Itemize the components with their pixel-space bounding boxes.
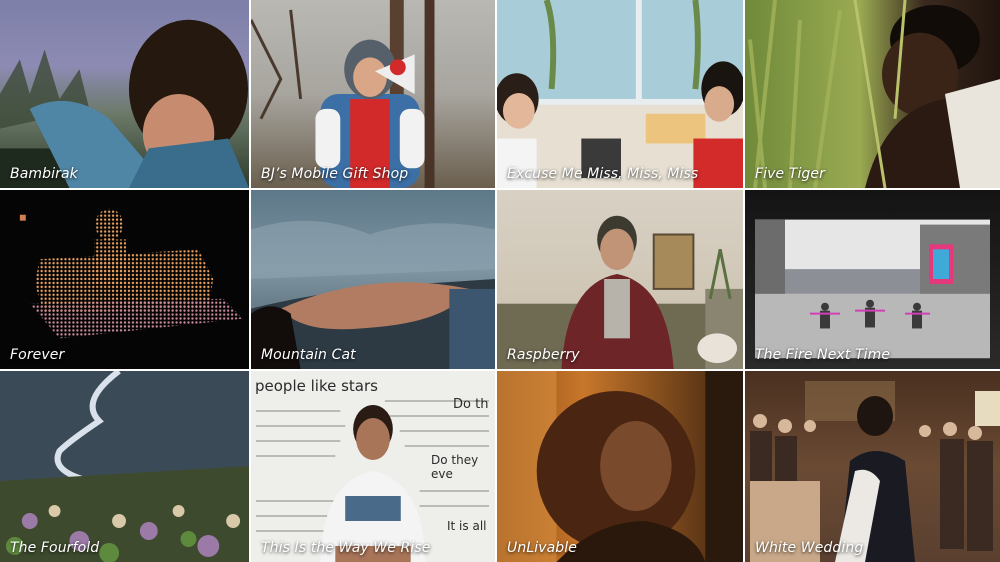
film-still-bambirak — [0, 0, 249, 188]
film-still-the-fire-next-time — [745, 190, 1000, 369]
film-tile-the-fourfold[interactable]: The Fourfold — [0, 371, 251, 562]
film-title: This Is the Way We Rise — [261, 540, 431, 556]
film-still-unlivable — [497, 371, 743, 562]
film-title: BJ’s Mobile Gift Shop — [261, 166, 409, 182]
film-title: Mountain Cat — [261, 347, 356, 363]
film-tile-excuse-me-miss[interactable]: Excuse Me Miss, Miss, Miss — [497, 0, 745, 190]
film-title: White Wedding — [755, 540, 864, 556]
film-still-forever — [0, 190, 249, 369]
film-still-the-fourfold — [0, 371, 249, 562]
film-title: Excuse Me Miss, Miss, Miss — [507, 166, 699, 182]
whiteboard-line: Do they eve — [431, 453, 479, 481]
film-tile-the-fire-next-time[interactable]: The Fire Next Time — [745, 190, 1000, 371]
film-tile-white-wedding[interactable]: White Wedding — [745, 371, 1000, 562]
film-still-bjs-mobile-gift-shop — [251, 0, 495, 188]
film-tile-this-is-the-way-we-rise[interactable]: people like stars Do th Do they eve It i… — [251, 371, 497, 562]
film-still-mountain-cat — [251, 190, 495, 369]
whiteboard-line: It is all — [447, 519, 487, 533]
film-title: The Fire Next Time — [755, 347, 891, 363]
film-tile-mountain-cat[interactable]: Mountain Cat — [251, 190, 497, 371]
film-tile-five-tiger[interactable]: Five Tiger — [745, 0, 1000, 190]
film-gallery-grid: Bambirak BJ’s Mobile Gift Shop Excuse Me… — [0, 0, 1000, 562]
film-tile-bambirak[interactable]: Bambirak — [0, 0, 251, 190]
film-tile-raspberry[interactable]: Raspberry — [497, 190, 745, 371]
film-still-five-tiger — [745, 0, 1000, 188]
film-still-white-wedding — [745, 371, 1000, 562]
film-title: Five Tiger — [755, 166, 825, 182]
film-title: UnLivable — [507, 540, 577, 556]
film-title: Bambirak — [10, 166, 78, 182]
film-tile-unlivable[interactable]: UnLivable — [497, 371, 745, 562]
film-title: Raspberry — [507, 347, 580, 363]
whiteboard-line: Do th — [453, 397, 489, 412]
film-title: Forever — [10, 347, 65, 363]
whiteboard-heading: people like stars — [255, 377, 378, 395]
film-tile-forever[interactable]: Forever — [0, 190, 251, 371]
film-still-raspberry — [497, 190, 743, 369]
film-tile-bjs-mobile-gift-shop[interactable]: BJ’s Mobile Gift Shop — [251, 0, 497, 190]
film-still-excuse-me-miss — [497, 0, 743, 188]
film-title: The Fourfold — [10, 540, 100, 556]
